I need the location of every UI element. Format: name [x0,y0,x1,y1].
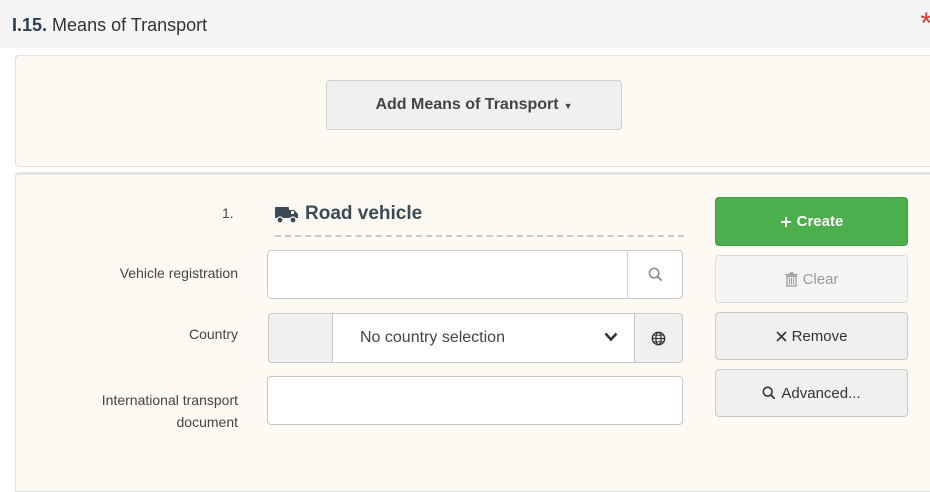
chevron-down-icon [604,332,618,342]
transport-document-label: International transport document [102,389,238,433]
trash-icon [785,271,798,287]
transport-document-label-line2: document [176,414,238,430]
add-means-of-transport-button[interactable]: Add Means of Transport ▼ [326,80,622,130]
country-globe-button[interactable] [635,313,683,363]
item-number: 1. [222,205,234,221]
search-icon [762,386,776,400]
transport-document-label-line1: International transport [101,392,238,408]
vehicle-registration-input[interactable] [267,250,628,299]
remove-label: Remove [791,327,848,345]
vehicle-registration-label: Vehicle registration [119,265,238,281]
remove-button[interactable]: Remove [715,312,908,360]
section-code: I.15. [12,15,48,35]
required-indicator: * [920,9,930,39]
create-button[interactable]: Create [715,197,908,246]
country-select[interactable]: No country selection [332,313,635,363]
add-button-label: Add Means of Transport [375,96,559,113]
globe-icon [651,331,666,345]
section-header: I.15. Means of Transport * [0,0,930,48]
section-title: I.15. Means of Transport [12,15,207,36]
create-label: Create [796,213,844,230]
section-title-text: Means of Transport [52,15,208,35]
transport-document-input[interactable] [267,376,683,425]
transport-type-label: Road vehicle [305,203,423,224]
advanced-search-button[interactable]: Advanced... [715,369,908,417]
vehicle-search-button[interactable] [627,250,683,299]
advanced-label: Advanced... [781,384,861,402]
clear-button[interactable]: Clear [715,255,908,303]
close-icon [775,330,787,342]
country-flag-box [268,313,332,363]
add-transport-panel: Add Means of Transport ▼ [15,55,930,167]
clear-label: Clear [802,270,839,288]
search-icon [648,267,662,282]
caret-down-icon: ▼ [563,101,573,111]
country-label: Country [188,326,238,342]
transport-type-heading: Road vehicle [275,200,684,237]
truck-icon [275,207,298,224]
panel-gutter [0,48,8,480]
country-selected-value: No country selection [360,329,505,346]
plus-icon [780,216,792,228]
